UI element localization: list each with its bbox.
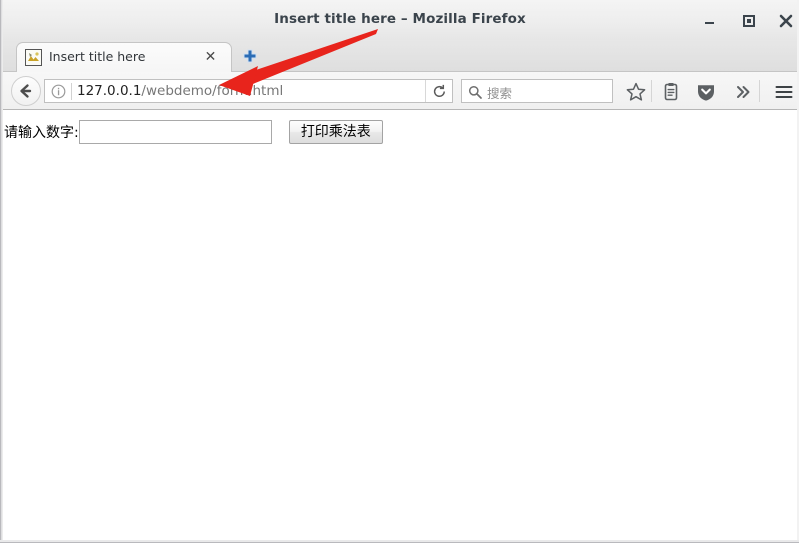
hamburger-menu-icon[interactable] xyxy=(773,81,795,103)
search-icon xyxy=(468,84,482,99)
window-title: Insert title here – Mozilla Firefox xyxy=(274,11,526,27)
chevron-double-right-icon[interactable] xyxy=(732,81,754,103)
url-path: /webdemo/form.html xyxy=(141,83,284,99)
toolbar-separator xyxy=(759,80,760,102)
browser-tab-label: Insert title here xyxy=(49,49,146,64)
library-icon[interactable] xyxy=(660,81,682,103)
number-input[interactable] xyxy=(78,120,272,144)
maximize-icon[interactable] xyxy=(738,10,760,32)
reload-button[interactable] xyxy=(425,80,452,102)
pocket-shield-icon[interactable] xyxy=(695,81,717,103)
back-button[interactable] xyxy=(11,76,41,106)
identity-separator xyxy=(71,83,72,100)
number-form-row: 请输入数字: 打印乘法表 xyxy=(4,120,383,146)
navigation-toolbar: 127.0.0.1/webdemo/form.html 搜索 xyxy=(3,72,797,110)
reload-icon xyxy=(433,84,445,98)
toolbar-separator xyxy=(651,80,652,102)
title-bar[interactable]: Insert title here – Mozilla Firefox xyxy=(3,0,797,40)
back-arrow-icon xyxy=(20,84,32,98)
new-tab-plus-icon[interactable] xyxy=(240,48,260,66)
page-content: 请输入数字: 打印乘法表 xyxy=(4,111,796,539)
broken-image-icon xyxy=(25,49,42,66)
browser-tab[interactable]: Insert title here ✕ xyxy=(16,42,232,72)
info-circle-icon[interactable] xyxy=(51,84,66,99)
minimize-icon[interactable] xyxy=(699,10,721,32)
url-host: 127.0.0.1 xyxy=(77,83,142,99)
browser-window: Insert title here – Mozilla Firefox Inse… xyxy=(0,0,799,543)
number-input-label: 请输入数字: xyxy=(4,125,79,141)
address-bar[interactable]: 127.0.0.1/webdemo/form.html xyxy=(44,79,453,103)
tab-close-icon[interactable]: ✕ xyxy=(202,48,219,66)
tab-strip: Insert title here ✕ xyxy=(3,40,797,72)
search-input-placeholder[interactable]: 搜索 xyxy=(487,83,512,102)
star-icon[interactable] xyxy=(625,81,647,103)
search-bar[interactable]: 搜索 xyxy=(461,79,613,103)
address-bar-url: 127.0.0.1/webdemo/form.html xyxy=(77,83,283,99)
close-icon[interactable] xyxy=(775,10,797,32)
print-multiplication-table-button[interactable]: 打印乘法表 xyxy=(288,120,383,144)
